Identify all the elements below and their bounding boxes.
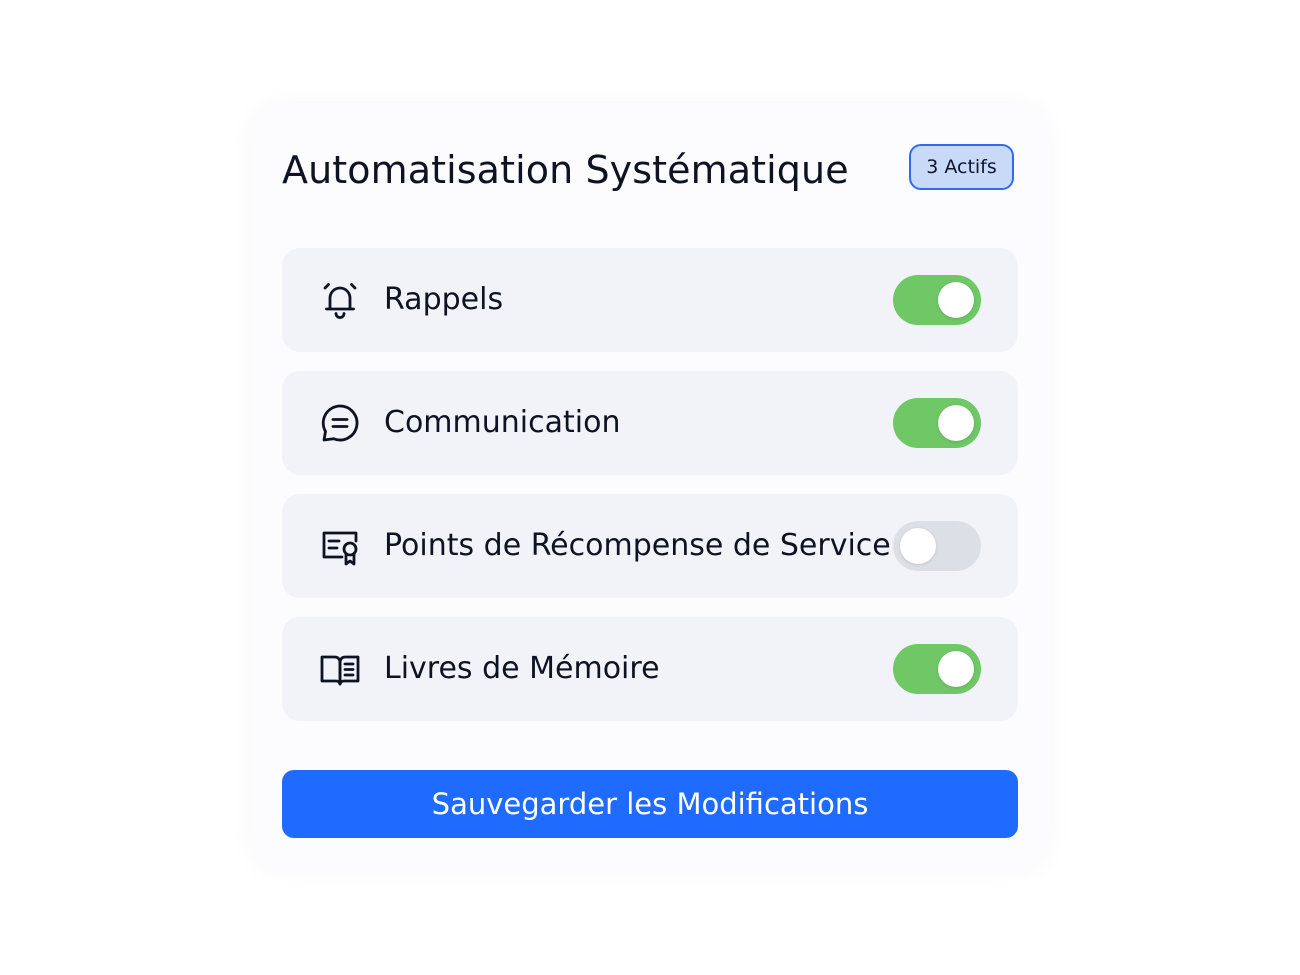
setting-label-rappels: Rappels <box>384 282 504 317</box>
message-bubble-icon <box>318 401 362 445</box>
open-book-icon <box>318 647 362 691</box>
toggle-knob <box>938 651 974 687</box>
setting-row-memory-books: Livres de Mémoire <box>282 617 1018 721</box>
active-count-badge: 3 Actifs <box>909 144 1014 190</box>
setting-row-rappels: Rappels <box>282 248 1018 352</box>
setting-row-reward-points: Points de Récompense de Service <box>282 494 1018 598</box>
alarm-bell-icon <box>318 278 362 322</box>
panel-title: Automatisation Systématique <box>282 148 849 192</box>
toggle-knob <box>900 528 936 564</box>
automation-card <box>250 103 1050 871</box>
certificate-icon <box>318 524 362 568</box>
toggle-communication[interactable] <box>893 398 981 448</box>
toggle-knob <box>938 282 974 318</box>
setting-label-memory-books: Livres de Mémoire <box>384 651 660 686</box>
setting-label-reward-points: Points de Récompense de Service <box>384 528 891 563</box>
toggle-reward-points[interactable] <box>893 521 981 571</box>
setting-row-communication: Communication <box>282 371 1018 475</box>
setting-label-communication: Communication <box>384 405 621 440</box>
save-changes-button[interactable]: Sauvegarder les Modifications <box>282 770 1018 838</box>
toggle-rappels[interactable] <box>893 275 981 325</box>
toggle-memory-books[interactable] <box>893 644 981 694</box>
toggle-knob <box>938 405 974 441</box>
